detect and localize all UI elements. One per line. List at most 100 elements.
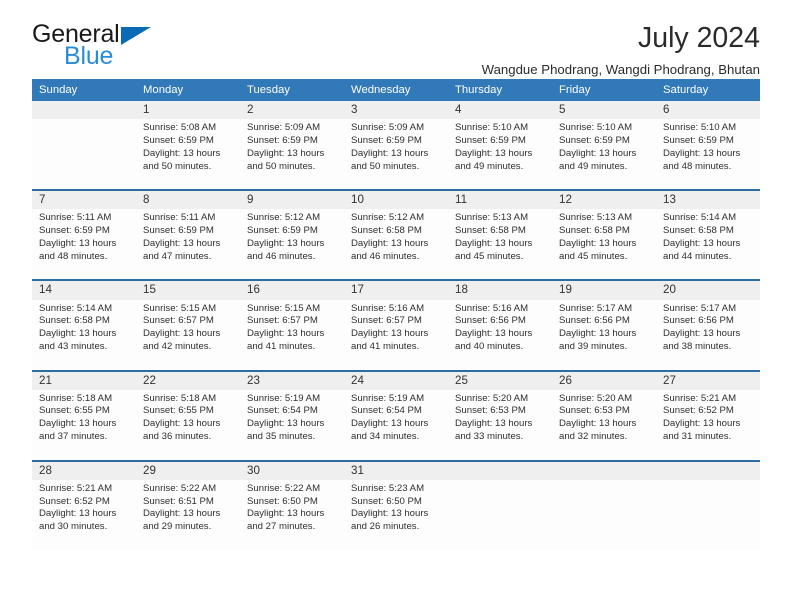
day-number[interactable]: 21 xyxy=(32,371,136,390)
day-cell[interactable]: Sunrise: 5:11 AM Sunset: 6:59 PM Daylight:… xyxy=(136,209,240,280)
general-blue-logo[interactable]: General Blue xyxy=(32,22,151,69)
day-number[interactable]: 14 xyxy=(32,281,136,300)
day-cell[interactable]: Sunrise: 5:10 AM Sunset: 6:59 PM Daylight:… xyxy=(448,119,552,190)
day-number[interactable]: 8 xyxy=(136,191,240,210)
day-cell[interactable]: Sunrise: 5:14 AM Sunset: 6:58 PM Daylight:… xyxy=(656,209,760,280)
day-number[interactable]: 20 xyxy=(656,281,760,300)
daylight-text-line2: and 30 minutes. xyxy=(39,521,108,533)
sunrise-text: Sunrise: 5:18 AM xyxy=(39,392,113,404)
sunset-text: Sunset: 6:56 PM xyxy=(455,315,526,327)
day-detail-row: Sunrise: 5:11 AM Sunset: 6:59 PM Daylight:… xyxy=(32,209,760,280)
day-cell[interactable]: Sunrise: 5:15 AM Sunset: 6:57 PM Daylight:… xyxy=(136,299,240,370)
daylight-text-line1: Daylight: 13 hours xyxy=(39,237,117,249)
daylight-text-line1: Daylight: 13 hours xyxy=(559,418,637,430)
day-number[interactable]: 4 xyxy=(448,101,552,120)
day-cell[interactable]: Sunrise: 5:22 AM Sunset: 6:50 PM Daylight:… xyxy=(240,479,344,550)
day-number[interactable]: 1 xyxy=(136,101,240,120)
day-number[interactable]: 24 xyxy=(344,371,448,390)
daylight-text-line2: and 45 minutes. xyxy=(559,250,628,262)
day-number[interactable]: 28 xyxy=(32,461,136,480)
daylight-text-line1: Daylight: 13 hours xyxy=(39,508,117,520)
day-cell[interactable]: Sunrise: 5:14 AM Sunset: 6:58 PM Daylight:… xyxy=(32,299,136,370)
day-number[interactable]: 6 xyxy=(656,101,760,120)
day-number[interactable]: 31 xyxy=(344,461,448,480)
day-cell[interactable]: Sunrise: 5:08 AM Sunset: 6:59 PM Daylight:… xyxy=(136,119,240,190)
day-number[interactable]: 15 xyxy=(136,281,240,300)
day-number[interactable]: 18 xyxy=(448,281,552,300)
daylight-text-line1: Daylight: 13 hours xyxy=(351,237,429,249)
day-number[interactable]: 29 xyxy=(136,461,240,480)
day-cell[interactable]: Sunrise: 5:18 AM Sunset: 6:55 PM Daylight:… xyxy=(32,389,136,460)
day-number[interactable]: 3 xyxy=(344,101,448,120)
day-number[interactable]: 10 xyxy=(344,191,448,210)
daylight-text-line1: Daylight: 13 hours xyxy=(351,508,429,520)
daylight-text-line1: Daylight: 13 hours xyxy=(559,237,637,249)
weekday-header-monday: Monday xyxy=(136,79,240,101)
day-cell[interactable]: Sunrise: 5:13 AM Sunset: 6:58 PM Daylight:… xyxy=(448,209,552,280)
weekday-header-saturday: Saturday xyxy=(656,79,760,101)
day-number[interactable]: 5 xyxy=(552,101,656,120)
day-number[interactable]: 17 xyxy=(344,281,448,300)
sunrise-text: Sunrise: 5:17 AM xyxy=(559,302,633,314)
day-number[interactable]: 12 xyxy=(552,191,656,210)
sunset-text: Sunset: 6:55 PM xyxy=(143,405,214,417)
day-number[interactable]: 30 xyxy=(240,461,344,480)
day-number[interactable]: 13 xyxy=(656,191,760,210)
day-number[interactable]: 19 xyxy=(552,281,656,300)
day-cell[interactable]: Sunrise: 5:16 AM Sunset: 6:57 PM Daylight:… xyxy=(344,299,448,370)
day-number[interactable]: 27 xyxy=(656,371,760,390)
day-number-empty xyxy=(448,461,552,480)
day-cell[interactable]: Sunrise: 5:17 AM Sunset: 6:56 PM Daylight:… xyxy=(656,299,760,370)
day-number[interactable]: 2 xyxy=(240,101,344,120)
daylight-text-line2: and 36 minutes. xyxy=(143,431,212,443)
daylight-text-line1: Daylight: 13 hours xyxy=(559,328,637,340)
daylight-text-line1: Daylight: 13 hours xyxy=(39,328,117,340)
day-cell[interactable]: Sunrise: 5:19 AM Sunset: 6:54 PM Daylight:… xyxy=(240,389,344,460)
day-number[interactable]: 16 xyxy=(240,281,344,300)
day-cell[interactable]: Sunrise: 5:20 AM Sunset: 6:53 PM Daylight:… xyxy=(552,389,656,460)
day-number[interactable]: 25 xyxy=(448,371,552,390)
day-cell[interactable]: Sunrise: 5:22 AM Sunset: 6:51 PM Daylight:… xyxy=(136,479,240,550)
day-cell[interactable]: Sunrise: 5:19 AM Sunset: 6:54 PM Daylight:… xyxy=(344,389,448,460)
day-number[interactable]: 7 xyxy=(32,191,136,210)
day-cell[interactable]: Sunrise: 5:15 AM Sunset: 6:57 PM Daylight:… xyxy=(240,299,344,370)
sunset-text: Sunset: 6:59 PM xyxy=(455,134,526,146)
day-number[interactable]: 9 xyxy=(240,191,344,210)
day-cell[interactable]: Sunrise: 5:23 AM Sunset: 6:50 PM Daylight:… xyxy=(344,479,448,550)
sunrise-text: Sunrise: 5:12 AM xyxy=(351,212,425,224)
daylight-text-line1: Daylight: 13 hours xyxy=(559,147,637,159)
daylight-text-line2: and 50 minutes. xyxy=(143,160,212,172)
day-cell[interactable]: Sunrise: 5:12 AM Sunset: 6:58 PM Daylight:… xyxy=(344,209,448,280)
day-cell[interactable]: Sunrise: 5:20 AM Sunset: 6:53 PM Daylight:… xyxy=(448,389,552,460)
sunrise-text: Sunrise: 5:12 AM xyxy=(247,212,321,224)
day-detail-row: Sunrise: 5:14 AM Sunset: 6:58 PM Daylight:… xyxy=(32,299,760,370)
day-cell[interactable]: Sunrise: 5:11 AM Sunset: 6:59 PM Daylight:… xyxy=(32,209,136,280)
sunset-text: Sunset: 6:59 PM xyxy=(39,225,110,237)
daylight-text-line2: and 34 minutes. xyxy=(351,431,420,443)
day-number[interactable]: 23 xyxy=(240,371,344,390)
day-number[interactable]: 11 xyxy=(448,191,552,210)
daylight-text-line1: Daylight: 13 hours xyxy=(247,147,325,159)
daylight-text-line2: and 42 minutes. xyxy=(143,340,212,352)
day-cell[interactable]: Sunrise: 5:13 AM Sunset: 6:58 PM Daylight:… xyxy=(552,209,656,280)
daylight-text-line1: Daylight: 13 hours xyxy=(663,237,741,249)
sunrise-text: Sunrise: 5:09 AM xyxy=(351,122,425,134)
day-cell[interactable]: Sunrise: 5:12 AM Sunset: 6:59 PM Daylight:… xyxy=(240,209,344,280)
day-cell[interactable]: Sunrise: 5:18 AM Sunset: 6:55 PM Daylight:… xyxy=(136,389,240,460)
day-cell[interactable]: Sunrise: 5:09 AM Sunset: 6:59 PM Daylight:… xyxy=(240,119,344,190)
day-cell[interactable]: Sunrise: 5:17 AM Sunset: 6:56 PM Daylight:… xyxy=(552,299,656,370)
daylight-text-line2: and 50 minutes. xyxy=(247,160,316,172)
daylight-text-line2: and 49 minutes. xyxy=(559,160,628,172)
day-cell[interactable]: Sunrise: 5:10 AM Sunset: 6:59 PM Daylight:… xyxy=(656,119,760,190)
day-cell[interactable]: Sunrise: 5:09 AM Sunset: 6:59 PM Daylight:… xyxy=(344,119,448,190)
page-title: July 2024 xyxy=(637,22,760,54)
day-number[interactable]: 26 xyxy=(552,371,656,390)
sunset-text: Sunset: 6:58 PM xyxy=(663,225,734,237)
day-cell[interactable]: Sunrise: 5:21 AM Sunset: 6:52 PM Daylight:… xyxy=(656,389,760,460)
calendar-header-row: Sunday Monday Tuesday Wednesday Thursday… xyxy=(32,79,760,101)
day-number[interactable]: 22 xyxy=(136,371,240,390)
day-cell[interactable]: Sunrise: 5:10 AM Sunset: 6:59 PM Daylight:… xyxy=(552,119,656,190)
day-cell[interactable]: Sunrise: 5:16 AM Sunset: 6:56 PM Daylight:… xyxy=(448,299,552,370)
sunset-text: Sunset: 6:53 PM xyxy=(559,405,630,417)
day-cell[interactable]: Sunrise: 5:21 AM Sunset: 6:52 PM Daylight:… xyxy=(32,479,136,550)
